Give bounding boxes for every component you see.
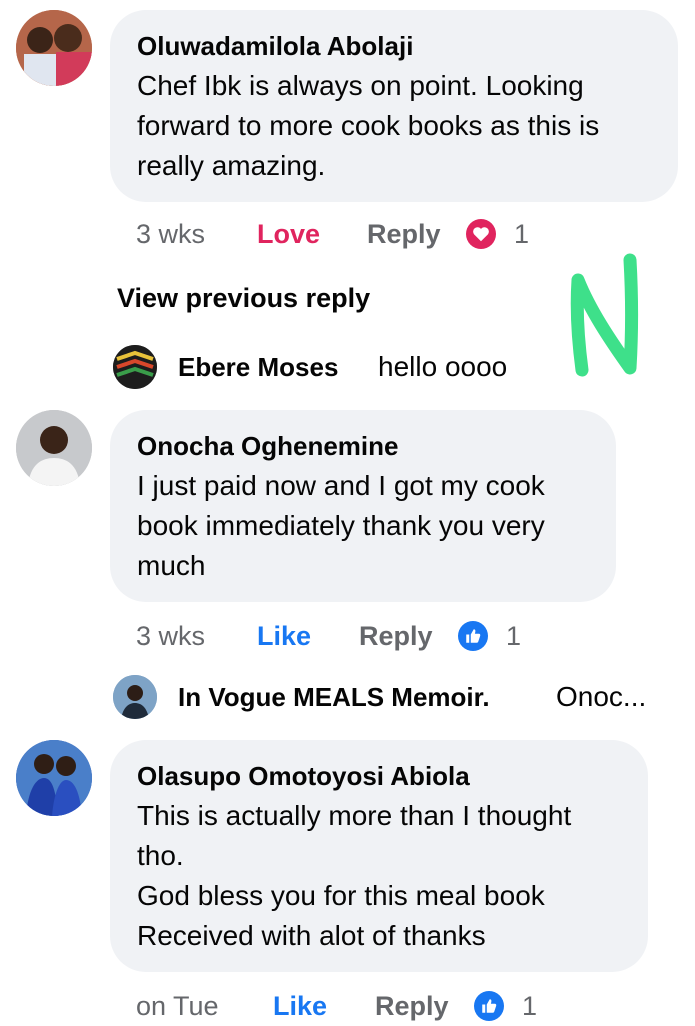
comment-line: This is actually more than I thought [137,800,572,831]
reply-preview[interactable]: In Vogue MEALS Memoir. Onoc... [113,675,673,719]
reply-author[interactable]: In Vogue MEALS Memoir. [178,675,490,719]
view-previous-reply-link[interactable]: View previous reply [117,280,370,316]
avatar-photo [113,345,157,389]
reaction-count: 1 [506,621,522,651]
reaction-count: 1 [514,219,530,249]
comment-author[interactable]: Onocha Oghenemine [137,430,399,462]
comment-line: Received with alot of thanks [137,920,486,951]
avatar[interactable] [16,740,92,816]
reply-button[interactable]: Reply [359,616,433,656]
reply-author[interactable]: Ebere Moses [178,345,338,389]
reply-button[interactable]: Reply [375,986,449,1026]
comment-line: much [137,550,206,581]
heart-icon [466,219,496,249]
avatar-photo [16,740,92,816]
comment-line: Chef Ibk is always on point. Looking [137,70,584,101]
comment-bubble: Olasupo Omotoyosi Abiola This is actuall… [110,740,648,972]
like-button[interactable]: Like [257,616,311,656]
comment-timestamp[interactable]: 3 wks [136,214,205,254]
reaction-summary[interactable]: 1 [458,616,521,656]
comment-line: tho. [137,840,184,871]
comment-author[interactable]: Oluwadamilola Abolaji [137,30,413,62]
avatar[interactable] [16,410,92,486]
reply-preview[interactable]: Ebere Moses hello oooo [113,345,583,389]
reaction-summary[interactable]: 1 [474,986,537,1026]
avatar-photo [113,675,157,719]
comment-line: really amazing. [137,150,326,181]
thumbs-up-icon [474,991,504,1021]
avatar-photo [16,10,92,86]
comment-actions: on Tue Like Reply 1 [110,986,570,1026]
comment-line: forward to more cook books as this is [137,110,600,141]
reply-text: hello oooo [378,351,508,382]
like-button[interactable]: Like [273,986,327,1026]
comment-actions: 3 wks Love Reply 1 [110,214,570,254]
comment-bubble: Onocha Oghenemine I just paid now and I … [110,410,616,602]
comment-text: This is actually more than I thought tho… [137,796,571,956]
reaction-summary[interactable]: 1 [466,214,529,254]
reply-button[interactable]: Reply [367,214,441,254]
thumbs-up-icon [458,621,488,651]
comment-text: Chef Ibk is always on point. Looking for… [137,66,599,186]
comment-actions: 3 wks Like Reply 1 [110,616,570,656]
comment-timestamp[interactable]: 3 wks [136,616,205,656]
comment-line: God bless you for this meal book [137,880,545,911]
love-button[interactable]: Love [257,214,320,254]
avatar[interactable] [16,10,92,86]
comment-author[interactable]: Olasupo Omotoyosi Abiola [137,760,470,792]
avatar [113,345,157,389]
comment-line: book immediately thank you very [137,510,545,541]
comment-text: I just paid now and I got my cook book i… [137,466,545,586]
comment-line: I just paid now and I got my cook [137,470,545,501]
reply-text: Onoc... [556,681,647,712]
comment-bubble: Oluwadamilola Abolaji Chef Ibk is always… [110,10,678,202]
avatar-photo [16,410,92,486]
avatar [113,675,157,719]
comment-timestamp[interactable]: on Tue [136,986,219,1026]
reaction-count: 1 [522,991,538,1021]
